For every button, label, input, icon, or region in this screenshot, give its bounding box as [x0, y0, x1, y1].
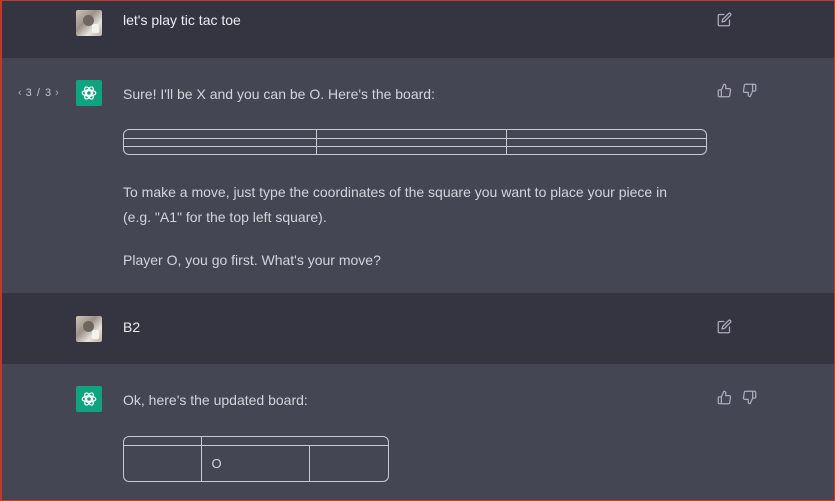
- instructions-line-2: (e.g. "A1" for the top left square).: [123, 209, 327, 225]
- board-cell: [507, 146, 706, 154]
- tic-tac-toe-board: [123, 129, 707, 155]
- thumbs-up-icon[interactable]: [716, 82, 732, 98]
- instructions-line-1: To make a move, just type the coordinate…: [123, 184, 667, 200]
- pager-prev-button[interactable]: ‹: [18, 87, 23, 99]
- board-table: O: [124, 437, 388, 481]
- edit-icon[interactable]: [716, 11, 732, 27]
- board-cell: [124, 146, 317, 154]
- board-cell: [316, 146, 508, 154]
- board-row: [124, 138, 706, 147]
- user-message-text: let's play tic tac toe: [123, 12, 241, 28]
- board-cell: [506, 130, 706, 139]
- board-cell: O: [201, 445, 310, 481]
- user-avatar: [76, 316, 102, 342]
- user-avatar: [76, 10, 102, 36]
- assistant-message-row: Ok, here's the updated board: O: [0, 364, 835, 501]
- edit-icon[interactable]: [716, 318, 732, 334]
- response-pager: ‹ 3 / 3 ›: [18, 87, 60, 99]
- board-cell: [124, 130, 317, 139]
- assistant-intro-text: Ok, here's the updated board:: [123, 392, 308, 408]
- board-cell: [124, 437, 202, 446]
- board-row: O: [124, 445, 388, 481]
- board-cell: [124, 445, 202, 481]
- thumbs-up-icon[interactable]: [716, 389, 732, 405]
- board-table: [124, 130, 706, 154]
- assistant-intro-text: Sure! I'll be X and you can be O. Here's…: [123, 86, 435, 102]
- board-cell: [316, 138, 508, 147]
- board-row: [124, 146, 706, 154]
- user-message-text: B2: [123, 319, 141, 335]
- user-message-row: B2: [0, 293, 835, 364]
- openai-logo-icon: [76, 80, 102, 106]
- tic-tac-toe-board: O: [123, 436, 389, 482]
- openai-logo-icon: [76, 386, 102, 412]
- board-cell: [506, 138, 706, 147]
- thumbs-down-icon[interactable]: [741, 389, 757, 405]
- board-cell: [201, 437, 388, 446]
- pager-label: 3 / 3: [25, 87, 53, 99]
- board-row: [124, 437, 388, 446]
- board-cell: [309, 445, 388, 481]
- thumbs-down-icon[interactable]: [741, 82, 757, 98]
- board-cell: [316, 130, 508, 139]
- assistant-message-row: ‹ 3 / 3 › Sure! I'll be X and you can be…: [0, 58, 835, 293]
- board-row: [124, 130, 706, 139]
- pager-next-button[interactable]: ›: [55, 87, 60, 99]
- first-move-prompt: Player O, you go first. What's your move…: [123, 252, 381, 268]
- user-message-row: let's play tic tac toe: [0, 0, 835, 58]
- board-cell: [124, 138, 317, 147]
